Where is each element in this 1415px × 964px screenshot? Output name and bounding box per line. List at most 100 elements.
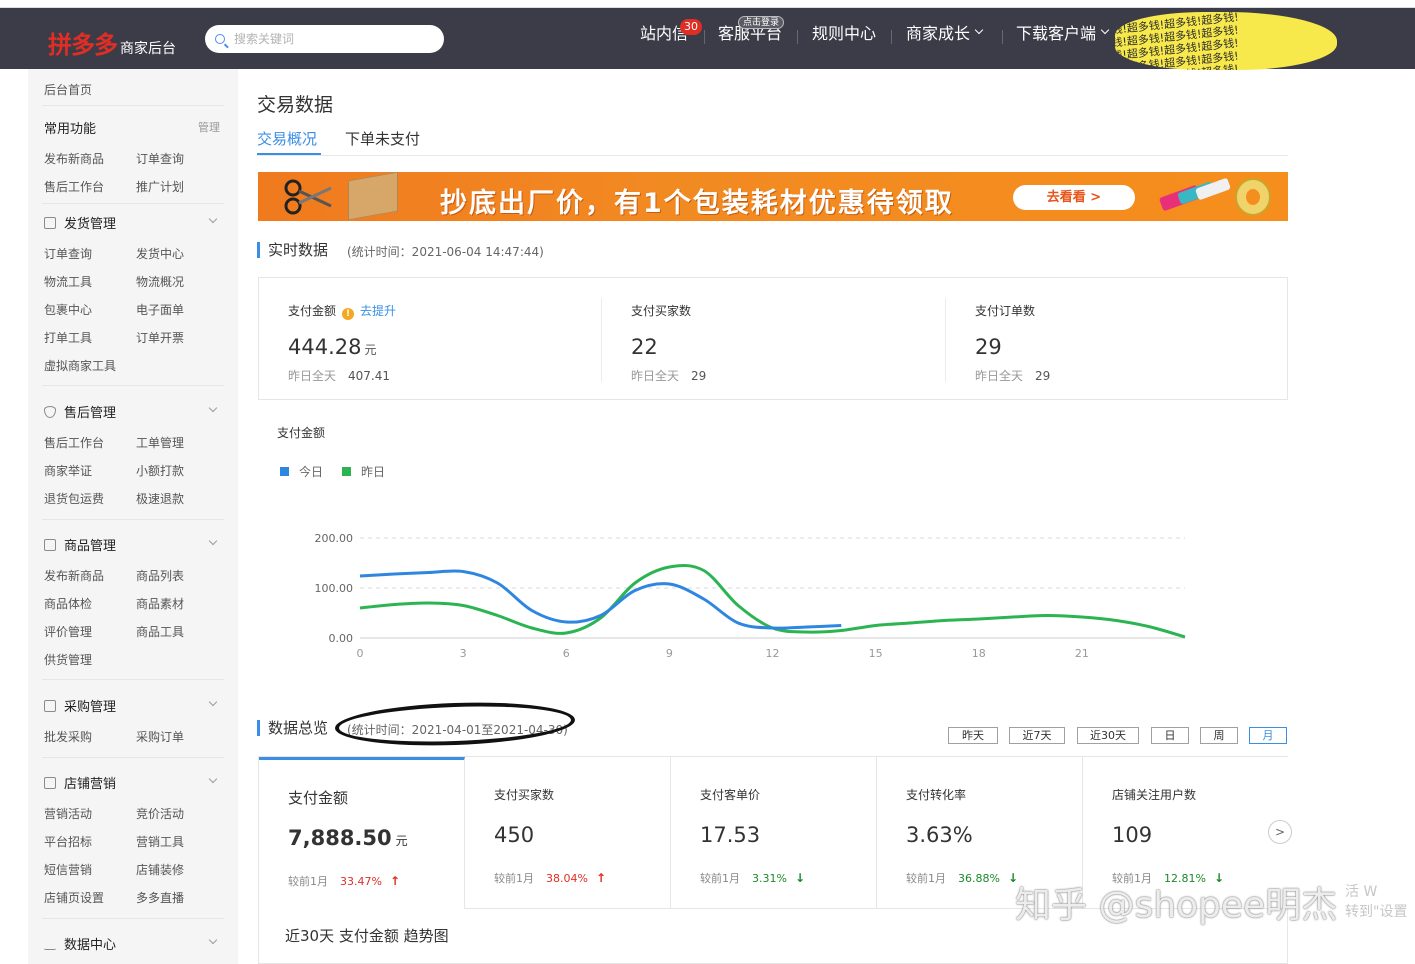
sidebar-item[interactable]: 售后工作台 xyxy=(44,434,104,451)
stat-label: 店铺关注用户数 xyxy=(1112,788,1197,802)
banner-go-button[interactable]: 去看看 > xyxy=(1013,185,1135,210)
sidebar-item[interactable]: 物流工具 xyxy=(44,273,92,290)
sidebar-item[interactable]: 发布新商品 xyxy=(44,567,104,584)
sidebar-item[interactable]: 竞价活动 xyxy=(136,805,184,822)
sidebar-item[interactable]: 订单查询 xyxy=(44,245,92,262)
x-tick-label: 6 xyxy=(563,647,570,660)
sidebar-item[interactable]: 短信营销 xyxy=(44,861,92,878)
section-label: 商品管理 xyxy=(64,539,117,554)
metric-previous: 昨日全天 29 xyxy=(975,367,1050,384)
logo-brand: 拼多多 xyxy=(48,31,118,59)
sidebar-item[interactable]: 打单工具 xyxy=(44,329,92,346)
legend-swatch-yesterday xyxy=(342,467,351,476)
stat-card-pay-amount[interactable]: 支付金额 7,888.50 元 较前1月 33.47% ↑ xyxy=(259,757,465,909)
x-tick-label: 9 xyxy=(666,647,673,660)
sidebar-item[interactable]: 极速退款 xyxy=(136,490,184,507)
sidebar-item-home[interactable]: 后台首页 xyxy=(44,81,92,98)
metric-value: 444.28 元 xyxy=(288,335,377,359)
sidebar-item[interactable]: 商品列表 xyxy=(136,567,184,584)
sidebar-item[interactable]: 多多直播 xyxy=(136,889,184,906)
page-title: 交易数据 xyxy=(257,94,334,116)
next-arrow-button[interactable]: > xyxy=(1268,820,1292,844)
promo-banner[interactable]: 抄底出厂价，有1个包装耗材优惠待领取 去看看 > xyxy=(258,172,1288,221)
tab-overview[interactable]: 交易概况 xyxy=(257,128,317,149)
sidebar-item[interactable]: 工单管理 xyxy=(136,434,184,451)
sidebar-section-goods[interactable]: 商品管理 xyxy=(44,535,116,554)
sidebar-item[interactable]: 商品体检 xyxy=(44,595,92,612)
metric-label-text: 支付金额 xyxy=(288,304,337,318)
sidebar-item[interactable]: 发布新商品 xyxy=(44,150,104,167)
sidebar-item[interactable]: 批发采购 xyxy=(44,728,92,745)
chevron-down-icon[interactable] xyxy=(208,536,218,546)
warning-icon[interactable]: ! xyxy=(342,308,355,320)
service-login-badge[interactable]: 点击登录 xyxy=(738,16,785,29)
sidebar-section-marketing[interactable]: 店铺营销 xyxy=(44,773,116,792)
range-yesterday-button[interactable]: 昨天 xyxy=(948,727,998,744)
stat-card-pay-buyers[interactable]: 支付买家数 450 较前1月 38.04% ↑ xyxy=(465,757,671,909)
metric-divider xyxy=(601,298,602,382)
range-week-button[interactable]: 周 xyxy=(1200,727,1238,744)
chevron-down-icon[interactable] xyxy=(208,697,218,707)
sidebar-section-purchase[interactable]: 采购管理 xyxy=(44,696,116,715)
search-box[interactable] xyxy=(205,25,444,53)
tab-unpaid[interactable]: 下单未支付 xyxy=(345,128,420,149)
sidebar-section-datacenter[interactable]: 数据中心 xyxy=(44,934,116,953)
sidebar-item[interactable]: 商品工具 xyxy=(136,623,184,640)
sidebar-item[interactable]: 平台招标 xyxy=(44,833,92,850)
stat-compare: 较前1月 36.88% ↓ xyxy=(906,870,1018,886)
stat-compare: 较前1月 38.04% ↑ xyxy=(494,870,606,886)
sidebar-item[interactable]: 采购订单 xyxy=(136,728,184,745)
range-7days-button[interactable]: 近7天 xyxy=(1009,727,1065,744)
document-icon xyxy=(44,216,56,229)
sidebar-item[interactable]: 退货包运费 xyxy=(44,490,104,507)
sidebar-item[interactable]: 发货中心 xyxy=(136,245,184,262)
manage-link[interactable]: 管理 xyxy=(198,119,220,135)
metric-label: 支付金额! 去提升 xyxy=(288,302,396,320)
chevron-down-icon[interactable] xyxy=(208,774,218,784)
range-month-button[interactable]: 月 xyxy=(1249,727,1287,744)
sidebar-item[interactable]: 电子面单 xyxy=(136,301,184,318)
arrow-down-icon: ↓ xyxy=(794,871,806,885)
sidebar-section-aftersale[interactable]: 售后管理 xyxy=(44,402,116,421)
legend-yesterday[interactable]: 昨日 xyxy=(342,463,385,480)
trend-chart-title: 近30天 支付金额 趋势图 xyxy=(285,927,449,945)
chevron-down-icon[interactable] xyxy=(208,403,218,413)
logo[interactable]: 拼多多 商家后台 xyxy=(48,25,176,60)
stat-card-avg-price[interactable]: 支付客单价 17.53 较前1月 3.31% ↓ xyxy=(671,757,877,909)
sidebar-item[interactable]: 商家举证 xyxy=(44,462,92,479)
range-30days-button[interactable]: 近30天 xyxy=(1077,727,1139,744)
search-input[interactable] xyxy=(234,32,424,46)
sidebar-item[interactable]: 营销活动 xyxy=(44,805,92,822)
nav-divider xyxy=(891,30,892,44)
chevron-down-icon[interactable] xyxy=(208,214,218,224)
nav-growth[interactable]: 商家成长 xyxy=(906,22,984,43)
sidebar-item[interactable]: 小额打款 xyxy=(136,462,184,479)
sidebar-divider xyxy=(42,757,224,758)
sidebar-item[interactable]: 虚拟商家工具 xyxy=(44,357,116,374)
sidebar-divider xyxy=(42,519,224,520)
sidebar-item[interactable]: 物流概况 xyxy=(136,273,184,290)
sidebar-item[interactable]: 评价管理 xyxy=(44,623,92,640)
sidebar-item[interactable]: 供货管理 xyxy=(44,651,92,668)
nav-rules[interactable]: 规则中心 xyxy=(812,22,876,43)
sidebar-item[interactable]: 订单查询 xyxy=(136,150,184,167)
sidebar-item[interactable]: 店铺装修 xyxy=(136,861,184,878)
chevron-down-icon[interactable] xyxy=(208,935,218,945)
sidebar-section-shipping[interactable]: 发货管理 xyxy=(44,213,116,232)
sidebar-item[interactable]: 营销工具 xyxy=(136,833,184,850)
sidebar-divider xyxy=(42,203,224,204)
sidebar-item[interactable]: 售后工作台 xyxy=(44,178,104,195)
legend-today[interactable]: 今日 xyxy=(280,463,323,480)
compare-percent: 3.31% xyxy=(752,872,787,885)
sidebar-item[interactable]: 包裹中心 xyxy=(44,301,92,318)
sidebar-item[interactable]: 推广计划 xyxy=(136,178,184,195)
improve-link[interactable]: 去提升 xyxy=(360,304,396,318)
sidebar-item[interactable]: 店铺页设置 xyxy=(44,889,104,906)
sidebar-item[interactable]: 商品素材 xyxy=(136,595,184,612)
section-label: 采购管理 xyxy=(64,700,117,715)
sidebar-divider xyxy=(42,105,224,106)
sidebar-item[interactable]: 订单开票 xyxy=(136,329,184,346)
range-day-button[interactable]: 日 xyxy=(1151,727,1189,744)
stat-value: 109 xyxy=(1112,823,1153,847)
nav-download[interactable]: 下载客户端 xyxy=(1016,22,1110,43)
